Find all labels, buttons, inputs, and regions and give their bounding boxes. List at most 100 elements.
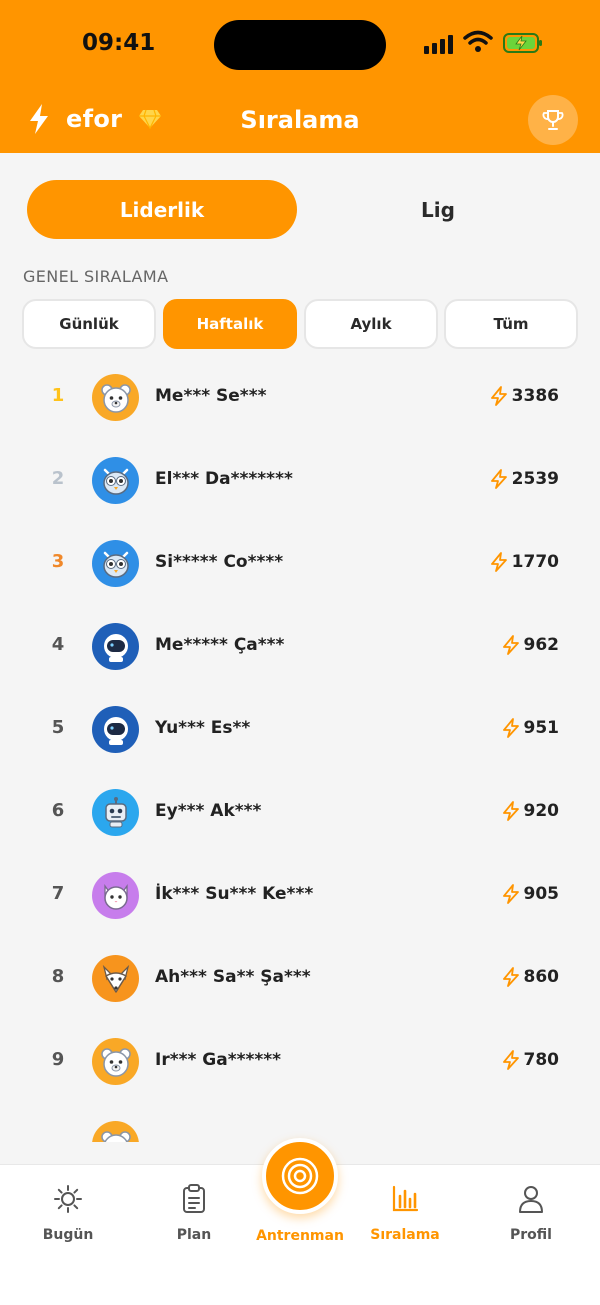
tab-lig[interactable]: Lig [303,180,573,239]
bolt-icon [502,1050,519,1070]
list-item[interactable]: 8 Ah*** Sa** Şa*** 860 [0,938,600,1021]
score-value: 2539 [511,469,559,489]
bolt-icon [502,718,519,738]
leaderboard-list[interactable]: 1 Me*** Se*** 3386 2 El*** Da******* 253… [0,357,600,1142]
user-name: Si***** Co**** [155,552,284,572]
score-value: 860 [523,967,560,987]
rank-number: 7 [51,883,65,904]
nav-label: Profil [510,1227,552,1243]
fox-avatar-icon [92,955,139,1002]
section-label: GENEL SIRALAMA [23,267,169,286]
user-name: İk*** Su*** Ke*** [155,884,314,904]
app-header: 09:41 efor Sıralama [0,0,600,153]
rank-number: 2 [51,468,65,489]
rank-number: 8 [51,966,65,987]
user-name: Me***** Ça*** [155,635,285,655]
bolt-icon [490,552,507,572]
brand-name: efor [66,105,123,133]
filter-tum[interactable]: Tüm [444,299,578,349]
rank-number: 4 [51,634,65,655]
list-item[interactable]: 6 Ey*** Ak*** 920 [0,772,600,855]
rank-number: 3 [51,551,65,572]
dynamic-island [214,20,386,70]
list-item[interactable]: 5 Yu*** Es** 951 [0,689,600,772]
list-item[interactable]: 4 Me***** Ça*** 962 [0,606,600,689]
owl-avatar-icon [92,540,139,587]
score: 962 [502,635,560,655]
score-value: 1770 [511,552,559,572]
bolt-icon [502,635,519,655]
antrenman-button[interactable] [262,1138,338,1214]
bar-chart-icon [392,1185,419,1212]
target-icon [281,1157,319,1195]
user-name: Ah*** Sa** Şa*** [155,967,311,987]
astronaut-avatar-icon [92,706,139,753]
score: 780 [502,1050,560,1070]
trophy-icon [542,110,564,130]
list-item-partial[interactable] [0,1104,600,1142]
clipboard-icon [183,1184,205,1213]
nav-profil[interactable]: Profil [471,1183,591,1243]
score-value: 905 [523,884,560,904]
status-time: 09:41 [82,30,156,56]
filter-gunluk[interactable]: Günlük [22,299,156,349]
list-item[interactable]: 7 İk*** Su*** Ke*** 905 [0,855,600,938]
user-name: Ey*** Ak*** [155,801,262,821]
score-value: 920 [523,801,560,821]
user-name: Yu*** Es** [155,718,251,738]
list-item[interactable]: 2 El*** Da******* 2539 [0,440,600,523]
score: 2539 [490,469,559,489]
tab-liderlik[interactable]: Liderlik [27,180,297,239]
user-name: Ir*** Ga****** [155,1050,282,1070]
diamond-icon[interactable] [138,109,162,129]
user-name: Me*** Se*** [155,386,267,406]
nav-plan[interactable]: Plan [134,1183,254,1243]
nav-label: Sıralama [370,1227,440,1243]
filter-haftalik[interactable]: Haftalık [163,299,297,349]
score-value: 951 [523,718,560,738]
list-item[interactable]: 3 Si***** Co**** 1770 [0,523,600,606]
score: 951 [502,718,560,738]
list-item[interactable]: 9 Ir*** Ga****** 780 [0,1021,600,1104]
rank-number: 6 [51,800,65,821]
robot-avatar-icon [92,789,139,836]
nav-label-antrenman: Antrenman [256,1228,344,1244]
battery-charging-icon [503,33,542,53]
page-title: Sıralama [240,106,360,134]
score-value: 3386 [511,386,559,406]
brand-logo: efor [28,102,162,136]
astronaut-avatar-icon [92,623,139,670]
period-filters: Günlük Haftalık Aylık Tüm [22,299,578,349]
bear-avatar-icon [92,374,139,421]
nav-siralama[interactable]: Sıralama [345,1183,465,1243]
score: 860 [502,967,560,987]
bolt-icon [502,801,519,821]
list-item[interactable]: 1 Me*** Se*** 3386 [0,357,600,440]
score-value: 780 [523,1050,560,1070]
score: 1770 [490,552,559,572]
sun-icon [54,1185,82,1213]
bolt-icon [502,967,519,987]
score-value: 962 [523,635,560,655]
bolt-icon [490,386,507,406]
rank-number: 9 [51,1049,65,1070]
nav-label: Bugün [42,1227,94,1243]
score: 905 [502,884,560,904]
score: 920 [502,801,560,821]
bolt-icon [502,884,519,904]
trophy-button[interactable] [528,95,578,145]
wifi-icon [463,30,493,52]
owl-avatar-icon [92,457,139,504]
cellular-signal-icon [424,34,456,54]
rank-number: 5 [51,717,65,738]
bear-avatar-icon [92,1121,139,1142]
user-icon [519,1186,543,1213]
bolt-icon [30,104,48,134]
score: 3386 [490,386,559,406]
filter-aylik[interactable]: Aylık [304,299,438,349]
nav-bugun[interactable]: Bugün [8,1183,128,1243]
cat-avatar-icon [92,872,139,919]
bolt-icon [490,469,507,489]
user-name: El*** Da******* [155,469,293,489]
nav-label: Plan [176,1227,212,1243]
